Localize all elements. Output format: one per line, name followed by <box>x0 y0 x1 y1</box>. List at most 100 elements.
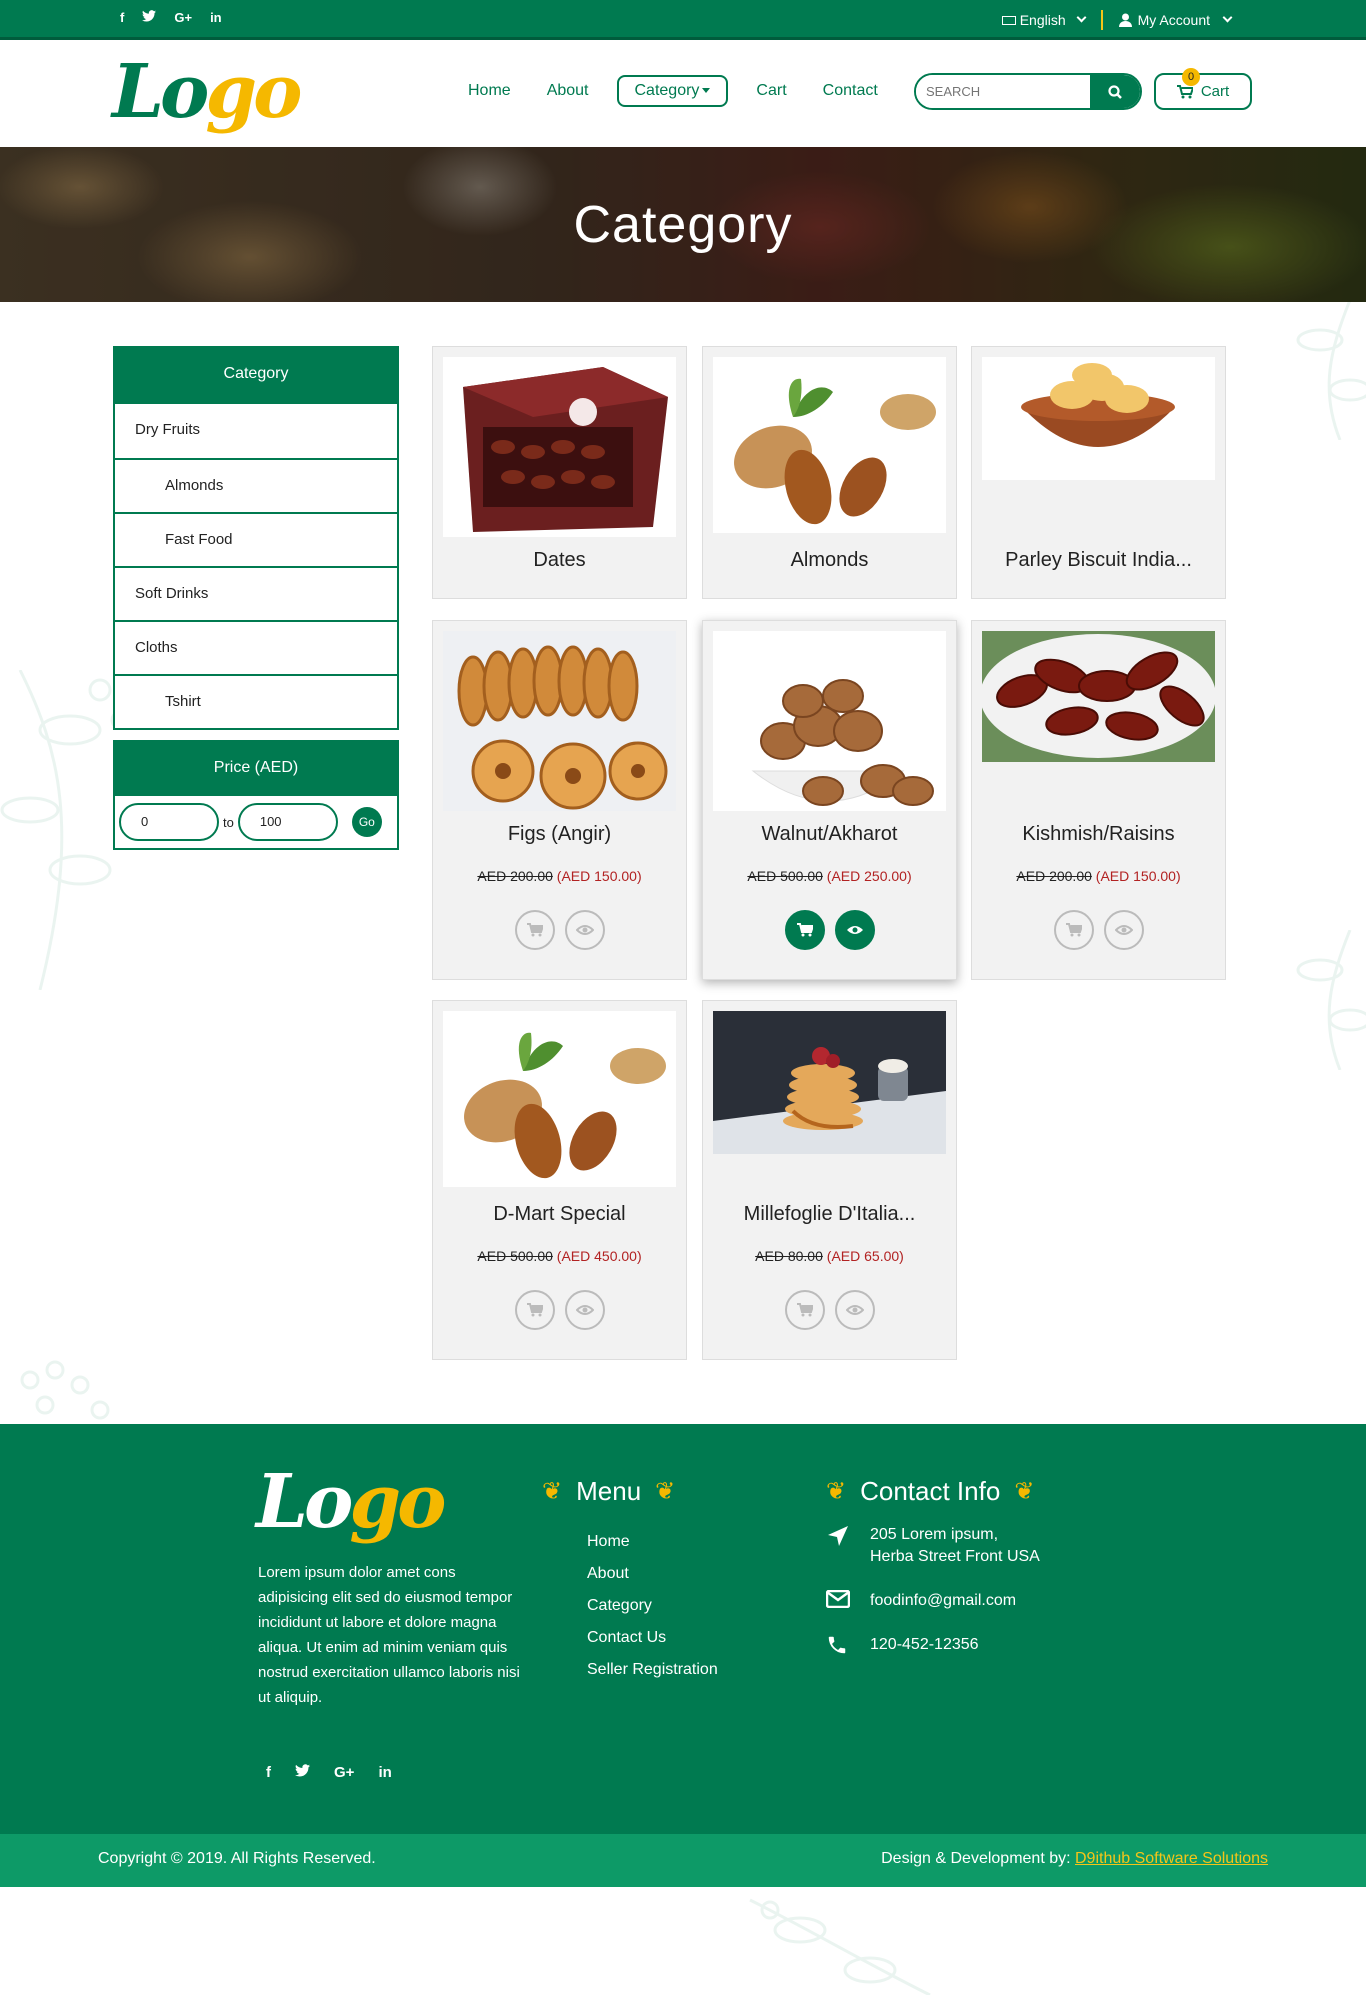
footer-menu-title: ❦ Menu ❦ <box>542 1476 676 1506</box>
product-card[interactable]: D-Mart Special AED 500.00 (AED 450.00) <box>432 1000 687 1360</box>
header-cart-button[interactable]: 0 Cart <box>1154 68 1252 110</box>
account-menu[interactable]: My Account <box>1118 12 1233 28</box>
product-image[interactable] <box>982 357 1215 480</box>
linkedin-icon[interactable]: in <box>210 10 222 25</box>
nav-about[interactable]: About <box>529 76 607 106</box>
product-card[interactable]: Figs (Angir) AED 200.00 (AED 150.00) <box>432 620 687 980</box>
original-price: AED 500.00 <box>747 868 823 884</box>
price-min-input[interactable]: 0 <box>119 803 219 841</box>
footer-bottom-bar: Copyright © 2019. All Rights Reserved. D… <box>0 1834 1366 1887</box>
quick-view-button[interactable] <box>1103 910 1144 950</box>
product-name[interactable]: Kishmish/Raisins <box>972 823 1225 846</box>
product-name[interactable]: Figs (Angir) <box>433 823 686 846</box>
product-name[interactable]: Walnut/Akharot <box>703 823 956 846</box>
footer-link-about[interactable]: About <box>587 1558 718 1590</box>
chevron-down-icon <box>1222 12 1233 22</box>
search-input[interactable] <box>916 75 1090 108</box>
envelope-icon <box>825 1589 852 1612</box>
price-to-label: to <box>223 814 234 830</box>
sidebar-item-soft-drinks[interactable]: Soft Drinks <box>115 566 397 620</box>
quick-view-button[interactable] <box>564 1290 605 1330</box>
add-to-cart-button[interactable] <box>1053 910 1094 950</box>
facebook-icon[interactable]: f <box>266 1764 271 1781</box>
footer-link-home[interactable]: Home <box>587 1526 718 1558</box>
nav-home[interactable]: Home <box>450 76 529 106</box>
sidebar-item-cloths[interactable]: Cloths <box>115 620 397 674</box>
facebook-icon[interactable]: f <box>120 10 124 25</box>
sidebar-title: Category <box>113 346 399 404</box>
product-image[interactable] <box>982 631 1215 762</box>
product-image[interactable] <box>713 631 946 811</box>
wheat-icon: ❦ <box>655 1478 676 1505</box>
product-image[interactable] <box>713 1011 946 1154</box>
footer-about-text: Lorem ipsum dolor amet cons adipisicing … <box>258 1564 520 1706</box>
original-price: AED 200.00 <box>1016 868 1092 884</box>
product-name[interactable]: Almonds <box>703 549 956 572</box>
add-to-cart-button[interactable] <box>514 910 555 950</box>
add-to-cart-button[interactable] <box>514 1290 555 1330</box>
footer-link-contact-us[interactable]: Contact Us <box>587 1622 718 1654</box>
product-name[interactable]: Dates <box>433 549 686 572</box>
sidebar-item-fast-food[interactable]: Fast Food <box>115 512 397 566</box>
quick-view-button[interactable] <box>564 910 605 950</box>
search-icon <box>1108 84 1122 99</box>
add-to-cart-button[interactable] <box>784 910 825 950</box>
wheat-icon: ❦ <box>1014 1478 1035 1505</box>
nav-category[interactable]: Category <box>616 75 729 107</box>
logo[interactable]: Logo <box>112 50 303 134</box>
cart-icon <box>1176 84 1193 98</box>
product-price: AED 200.00 (AED 150.00) <box>433 868 686 884</box>
product-image[interactable] <box>443 631 676 811</box>
product-name[interactable]: Millefoglie D'Italia... <box>703 1203 956 1226</box>
cart-label: Cart <box>1200 83 1230 100</box>
cart-icon <box>796 923 813 937</box>
page-banner: Category <box>0 147 1366 302</box>
contact-email[interactable]: foodinfo@gmail.com <box>870 1590 1016 1612</box>
product-card[interactable]: Millefoglie D'Italia... AED 80.00 (AED 6… <box>702 1000 957 1360</box>
product-card[interactable]: Parley Biscuit India... <box>971 346 1226 599</box>
language-selector[interactable]: English <box>1001 12 1087 28</box>
product-card[interactable]: Kishmish/Raisins AED 200.00 (AED 150.00) <box>971 620 1226 980</box>
nav-cart[interactable]: Cart <box>738 76 804 106</box>
footer-link-seller-registration[interactable]: Seller Registration <box>587 1654 718 1686</box>
google-plus-icon[interactable]: G+ <box>334 1764 354 1781</box>
wheat-icon: ❦ <box>542 1478 563 1505</box>
product-image[interactable] <box>443 1011 676 1187</box>
quick-view-button[interactable] <box>834 1290 875 1330</box>
twitter-icon[interactable] <box>142 10 157 25</box>
twitter-icon[interactable] <box>295 1764 310 1781</box>
product-card[interactable]: Dates <box>432 346 687 599</box>
caret-down-icon <box>702 88 711 93</box>
product-image[interactable] <box>443 357 676 537</box>
linkedin-icon[interactable]: in <box>378 1764 391 1781</box>
site-footer: Logo Lorem ipsum dolor amet cons adipisi… <box>0 1424 1366 1834</box>
nav-contact[interactable]: Contact <box>805 76 896 106</box>
add-to-cart-button[interactable] <box>784 1290 825 1330</box>
topbar-divider <box>1100 10 1103 30</box>
chevron-down-icon <box>1076 12 1087 22</box>
sidebar-item-almonds[interactable]: Almonds <box>115 458 397 512</box>
top-social-links: f G+ in <box>120 10 222 25</box>
nav-category-label: Category <box>634 82 700 99</box>
footer-menu: Home About Category Contact Us Seller Re… <box>587 1526 718 1686</box>
wheat-icon: ❦ <box>826 1478 847 1505</box>
credit-link[interactable]: D9ithub Software Solutions <box>1075 1850 1268 1867</box>
google-plus-icon[interactable]: G+ <box>174 10 192 25</box>
search-button[interactable] <box>1090 75 1140 108</box>
contact-phone[interactable]: 120-452-12356 <box>870 1634 979 1660</box>
product-card[interactable]: Walnut/Akharot AED 500.00 (AED 250.00) <box>702 620 957 980</box>
category-list: Dry Fruits Almonds Fast Food Soft Drinks… <box>113 404 399 730</box>
quick-view-button[interactable] <box>834 910 875 950</box>
footer-logo[interactable]: Logo <box>256 1460 447 1544</box>
footer-link-category[interactable]: Category <box>587 1590 718 1622</box>
account-label: My Account <box>1137 12 1210 28</box>
product-image[interactable] <box>713 357 946 533</box>
product-card[interactable]: Almonds <box>702 346 957 599</box>
product-name[interactable]: D-Mart Special <box>433 1203 686 1226</box>
product-name[interactable]: Parley Biscuit India... <box>972 549 1225 572</box>
price-go-button[interactable]: Go <box>351 807 382 837</box>
site-header: Logo Home About Category Cart Contact 0 … <box>0 40 1366 147</box>
sidebar-item-dry-fruits[interactable]: Dry Fruits <box>115 404 397 458</box>
price-max-input[interactable]: 100 <box>237 803 338 841</box>
sidebar-item-tshirt[interactable]: Tshirt <box>115 674 397 728</box>
